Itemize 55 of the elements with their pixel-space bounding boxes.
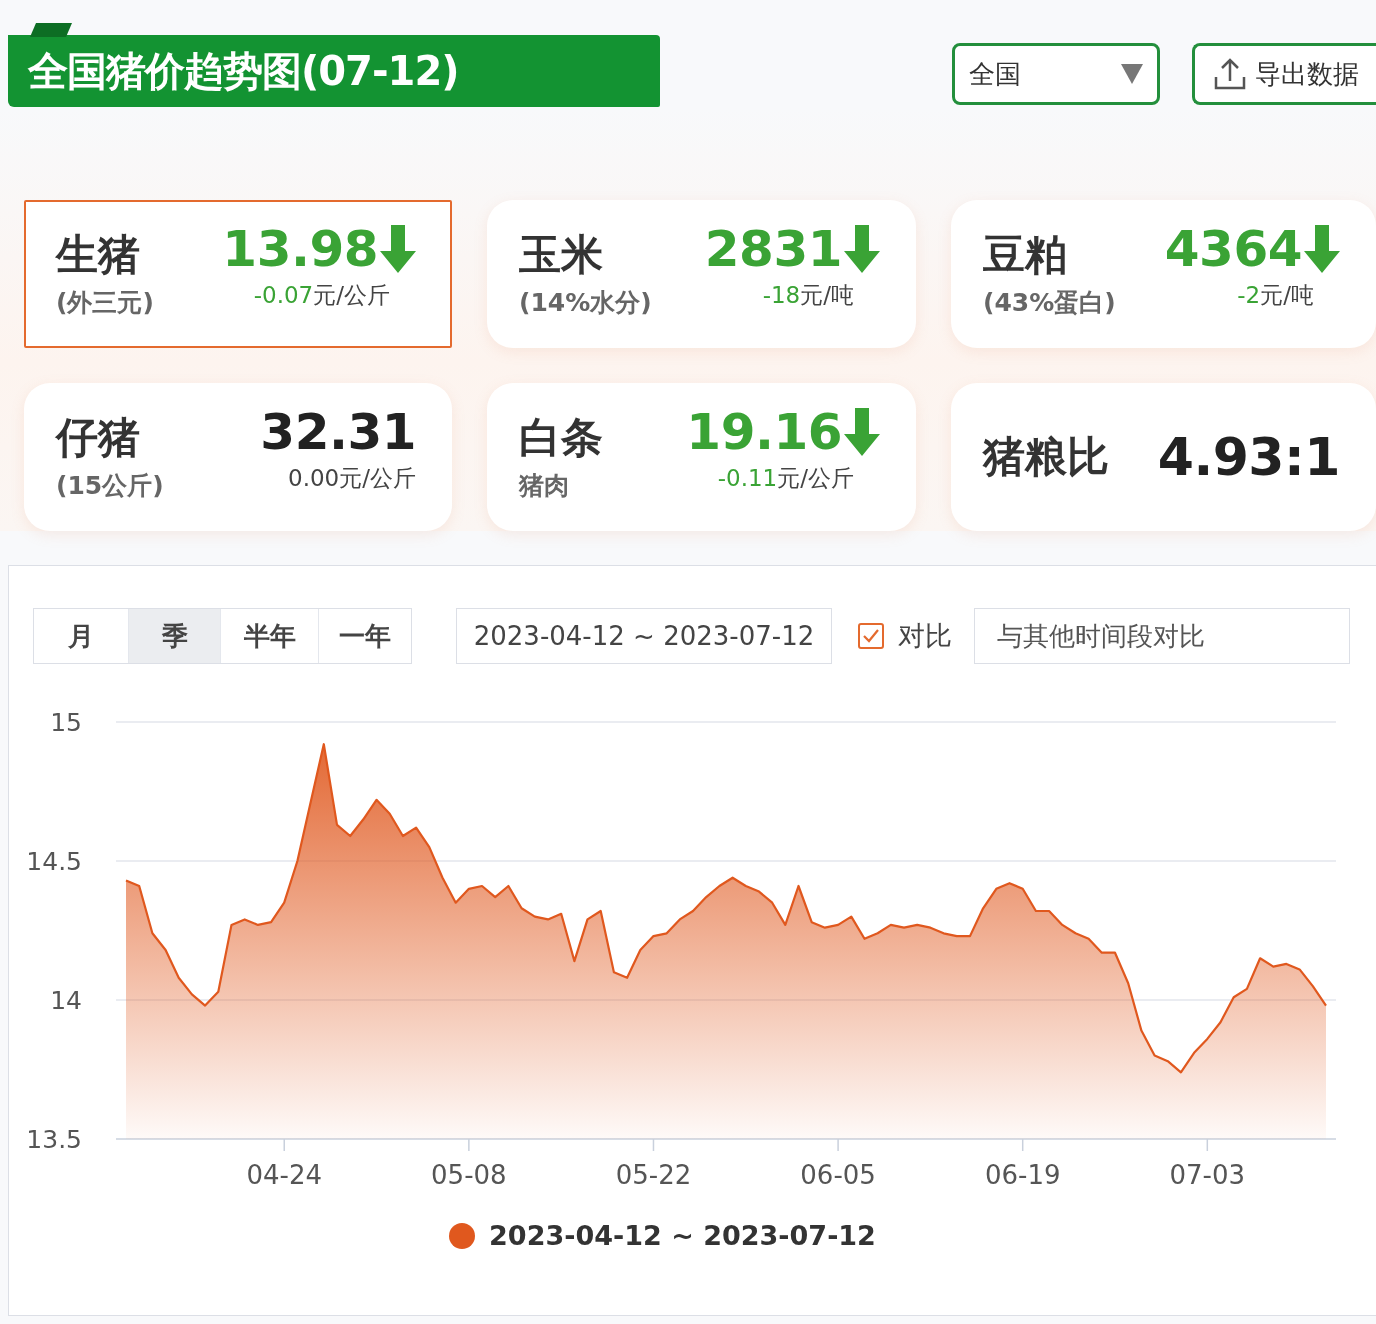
card-title: 仔猪: [56, 412, 141, 465]
x-axis-label: 06-05: [800, 1160, 876, 1190]
card-subtitle: 猪肉: [519, 469, 570, 502]
ribbon-fold-icon: [30, 23, 72, 37]
x-axis-label: 05-22: [615, 1160, 692, 1190]
price-card[interactable]: 生猪 (外三元) 13.98 -0.07元/公斤: [24, 200, 452, 348]
price-change: -2元/吨: [1237, 280, 1314, 310]
down-arrow-icon: [844, 224, 880, 273]
compare-checkbox[interactable]: [858, 623, 884, 649]
card-title: 豆粕: [983, 229, 1068, 282]
card-title: 猪粮比: [983, 430, 1109, 483]
y-axis-label: 15: [50, 708, 82, 737]
legend-label: 2023-04-12 ~ 2023-07-12: [489, 1220, 876, 1251]
card-subtitle: (外三元): [56, 286, 154, 319]
x-axis-label: 06-19: [984, 1160, 1061, 1190]
card-subtitle: (15公斤): [56, 469, 164, 502]
price-value: 13.98: [222, 223, 378, 274]
card-title: 白条: [519, 412, 603, 465]
card-subtitle: (43%蛋白): [983, 286, 1116, 319]
compare-label: 对比: [898, 619, 952, 653]
price-value: 2831: [704, 223, 842, 274]
page-title: 全国猪价趋势图(07-12): [28, 46, 459, 96]
x-axis-label: 05-08: [431, 1160, 507, 1190]
y-axis-label: 13.5: [26, 1125, 82, 1154]
period-tab[interactable]: 季: [129, 609, 221, 663]
dropdown-triangle-icon: [1121, 64, 1143, 84]
down-arrow-icon: [1304, 224, 1340, 273]
price-card[interactable]: 仔猪 (15公斤) 32.31 0.00元/公斤: [24, 383, 452, 531]
ratio-card[interactable]: 猪粮比 4.93:1: [951, 383, 1376, 531]
price-card[interactable]: 豆粕 (43%蛋白) 4364 -2元/吨: [951, 200, 1376, 348]
x-axis-label: 04-24: [246, 1160, 322, 1190]
price-change: -0.07元/公斤: [253, 280, 390, 310]
price-card[interactable]: 白条 猪肉 19.16 -0.11元/公斤: [487, 383, 916, 531]
card-title: 生猪: [56, 229, 141, 282]
down-arrow-icon: [380, 224, 416, 273]
card-subtitle: (14%水分): [519, 286, 652, 319]
upload-icon: [1213, 57, 1247, 91]
price-value: 19.16: [686, 406, 842, 457]
x-axis-label: 07-03: [1169, 1160, 1246, 1190]
ratio-value: 4.93:1: [1157, 431, 1340, 483]
check-icon: [863, 629, 879, 643]
y-axis-label: 14: [50, 986, 82, 1015]
price-card[interactable]: 玉米 (14%水分) 2831 -18元/吨: [487, 200, 916, 348]
export-button[interactable]: 导出数据: [1192, 43, 1376, 105]
price-value: 32.31: [260, 406, 416, 457]
price-value: 4364: [1164, 223, 1302, 274]
down-arrow-icon: [844, 407, 880, 456]
price-change: -0.11元/公斤: [717, 463, 854, 493]
date-range-field[interactable]: 2023-04-12 ~ 2023-07-12: [456, 608, 832, 664]
price-change: -18元/吨: [762, 280, 854, 310]
compare-period-input[interactable]: 与其他时间段对比: [974, 608, 1350, 664]
y-axis-label: 14.5: [26, 847, 82, 876]
price-change: 0.00元/公斤: [288, 463, 416, 493]
card-title: 玉米: [519, 229, 604, 282]
region-select[interactable]: 全国: [952, 43, 1160, 105]
